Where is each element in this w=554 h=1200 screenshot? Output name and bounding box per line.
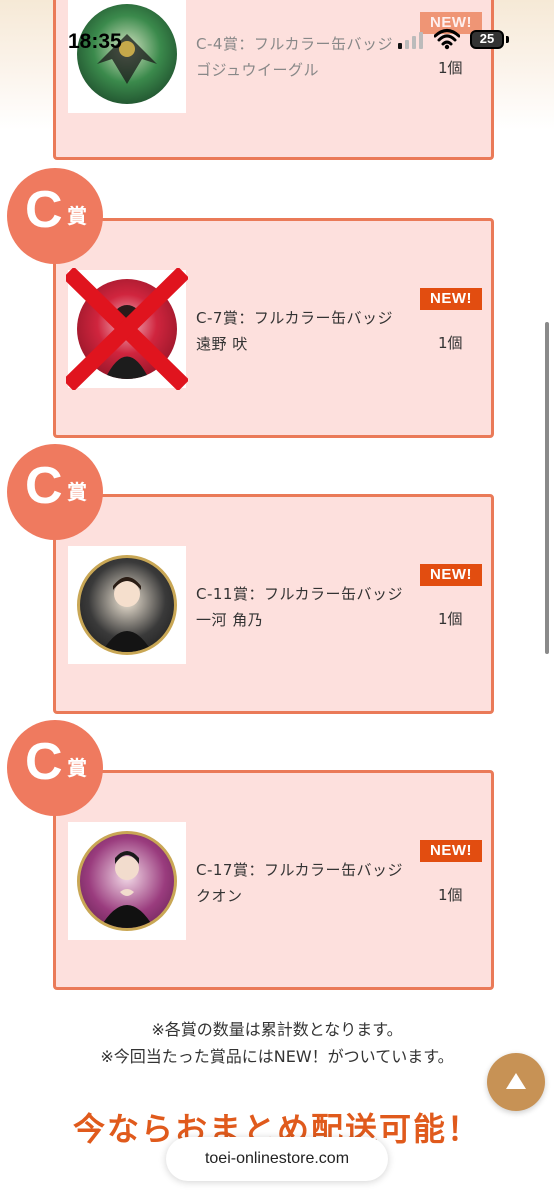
- grade-badge: C 賞: [7, 168, 103, 264]
- prize-name: C-11賞：フルカラー缶バッジ 一河 角乃: [196, 585, 404, 629]
- status-bar: 18:35 25: [0, 0, 554, 80]
- address-bar-url[interactable]: toei-onlinestore.com: [166, 1137, 388, 1181]
- badge-portrait-image: [77, 555, 177, 655]
- cross-out-icon: [66, 268, 188, 390]
- new-tag: NEW!: [420, 564, 482, 586]
- prize-quantity: 1個: [438, 334, 463, 352]
- prize-card-c17: C-17賞：フルカラー缶バッジ クオン NEW! 1個: [53, 770, 494, 990]
- prize-name: C-17賞：フルカラー缶バッジ クオン: [196, 861, 404, 905]
- scroll-to-top-button[interactable]: [487, 1053, 545, 1111]
- grade-badge: C 賞: [7, 720, 103, 816]
- cellular-signal-icon: [398, 31, 424, 49]
- prize-image: [68, 546, 186, 664]
- grade-kanji: 賞: [67, 480, 87, 504]
- battery-icon: 25: [470, 30, 504, 49]
- prize-quantity: 1個: [438, 610, 463, 628]
- new-tag: NEW!: [420, 840, 482, 862]
- notes: ※各賞の数量は累計数となります。 ※今回当たった賞品にはNEW！がついています。: [0, 1016, 554, 1070]
- wifi-icon: [434, 29, 460, 50]
- battery-level: 25: [479, 31, 495, 46]
- prize-quantity: 1個: [438, 886, 463, 904]
- badge-portrait-image: [77, 831, 177, 931]
- new-tag: NEW!: [420, 288, 482, 310]
- note-new-label: ※今回当たった賞品にはNEW！がついています。: [100, 1047, 454, 1066]
- prize-image: [66, 268, 188, 390]
- page-scrollbar[interactable]: [545, 322, 549, 654]
- prize-name: C-7賞：フルカラー缶バッジ 遠野 吠: [196, 309, 393, 353]
- arrow-up-icon: [506, 1073, 526, 1089]
- note-quantity: ※各賞の数量は累計数となります。: [151, 1020, 403, 1039]
- grade-letter: C: [25, 733, 63, 791]
- battery-nub: [506, 36, 509, 43]
- grade-kanji: 賞: [67, 756, 87, 780]
- grade-badge: C 賞: [7, 444, 103, 540]
- grade-kanji: 賞: [67, 204, 87, 228]
- prize-card-c11: C-11賞：フルカラー缶バッジ 一河 角乃 NEW! 1個: [53, 494, 494, 714]
- grade-letter: C: [25, 181, 63, 239]
- status-time: 18:35: [68, 30, 122, 53]
- grade-letter: C: [25, 457, 63, 515]
- prize-image: [68, 822, 186, 940]
- prize-card-c7: C-7賞：フルカラー缶バッジ 遠野 吠 NEW! 1個: [53, 218, 494, 438]
